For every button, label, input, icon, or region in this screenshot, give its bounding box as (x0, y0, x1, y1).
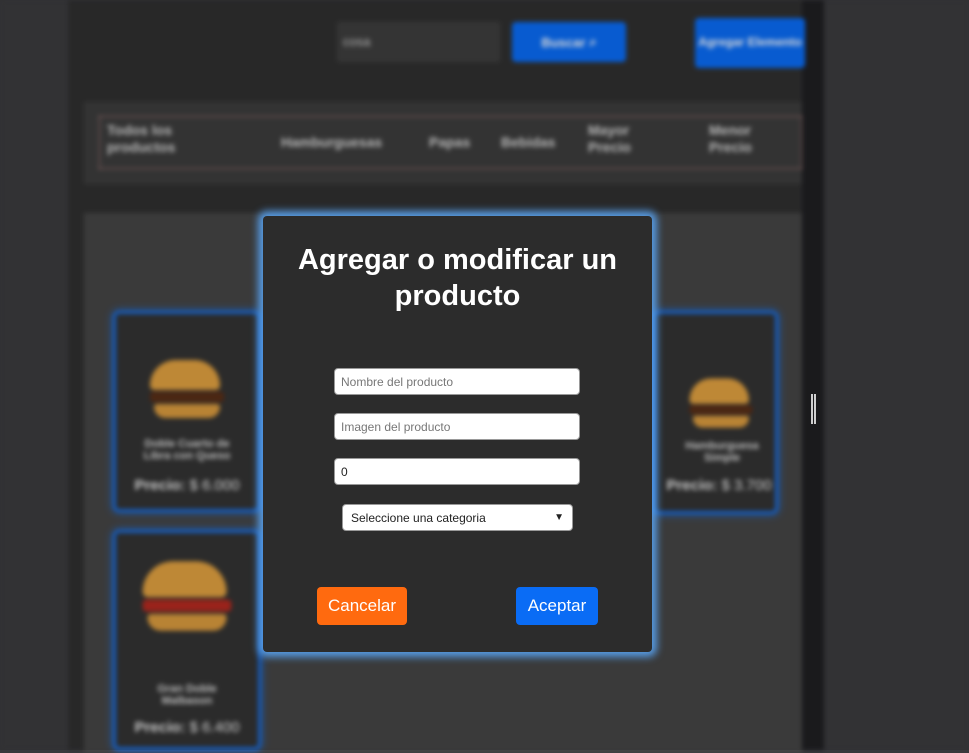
accept-button[interactable]: Aceptar (516, 587, 598, 625)
category-select-value: Seleccione una categoria (351, 510, 486, 525)
product-image-input[interactable] (334, 413, 580, 440)
cancel-button[interactable]: Cancelar (317, 587, 407, 625)
chevron-down-icon: ▼ (554, 512, 564, 523)
resize-handle[interactable] (811, 394, 816, 424)
modal-title: Agregar o modificar un producto (297, 244, 618, 312)
product-price-input[interactable] (334, 458, 580, 485)
category-select[interactable]: Seleccione una categoria ▼ (342, 504, 573, 531)
product-modal: Agregar o modificar un producto Seleccio… (263, 216, 652, 652)
product-name-input[interactable] (334, 368, 580, 395)
